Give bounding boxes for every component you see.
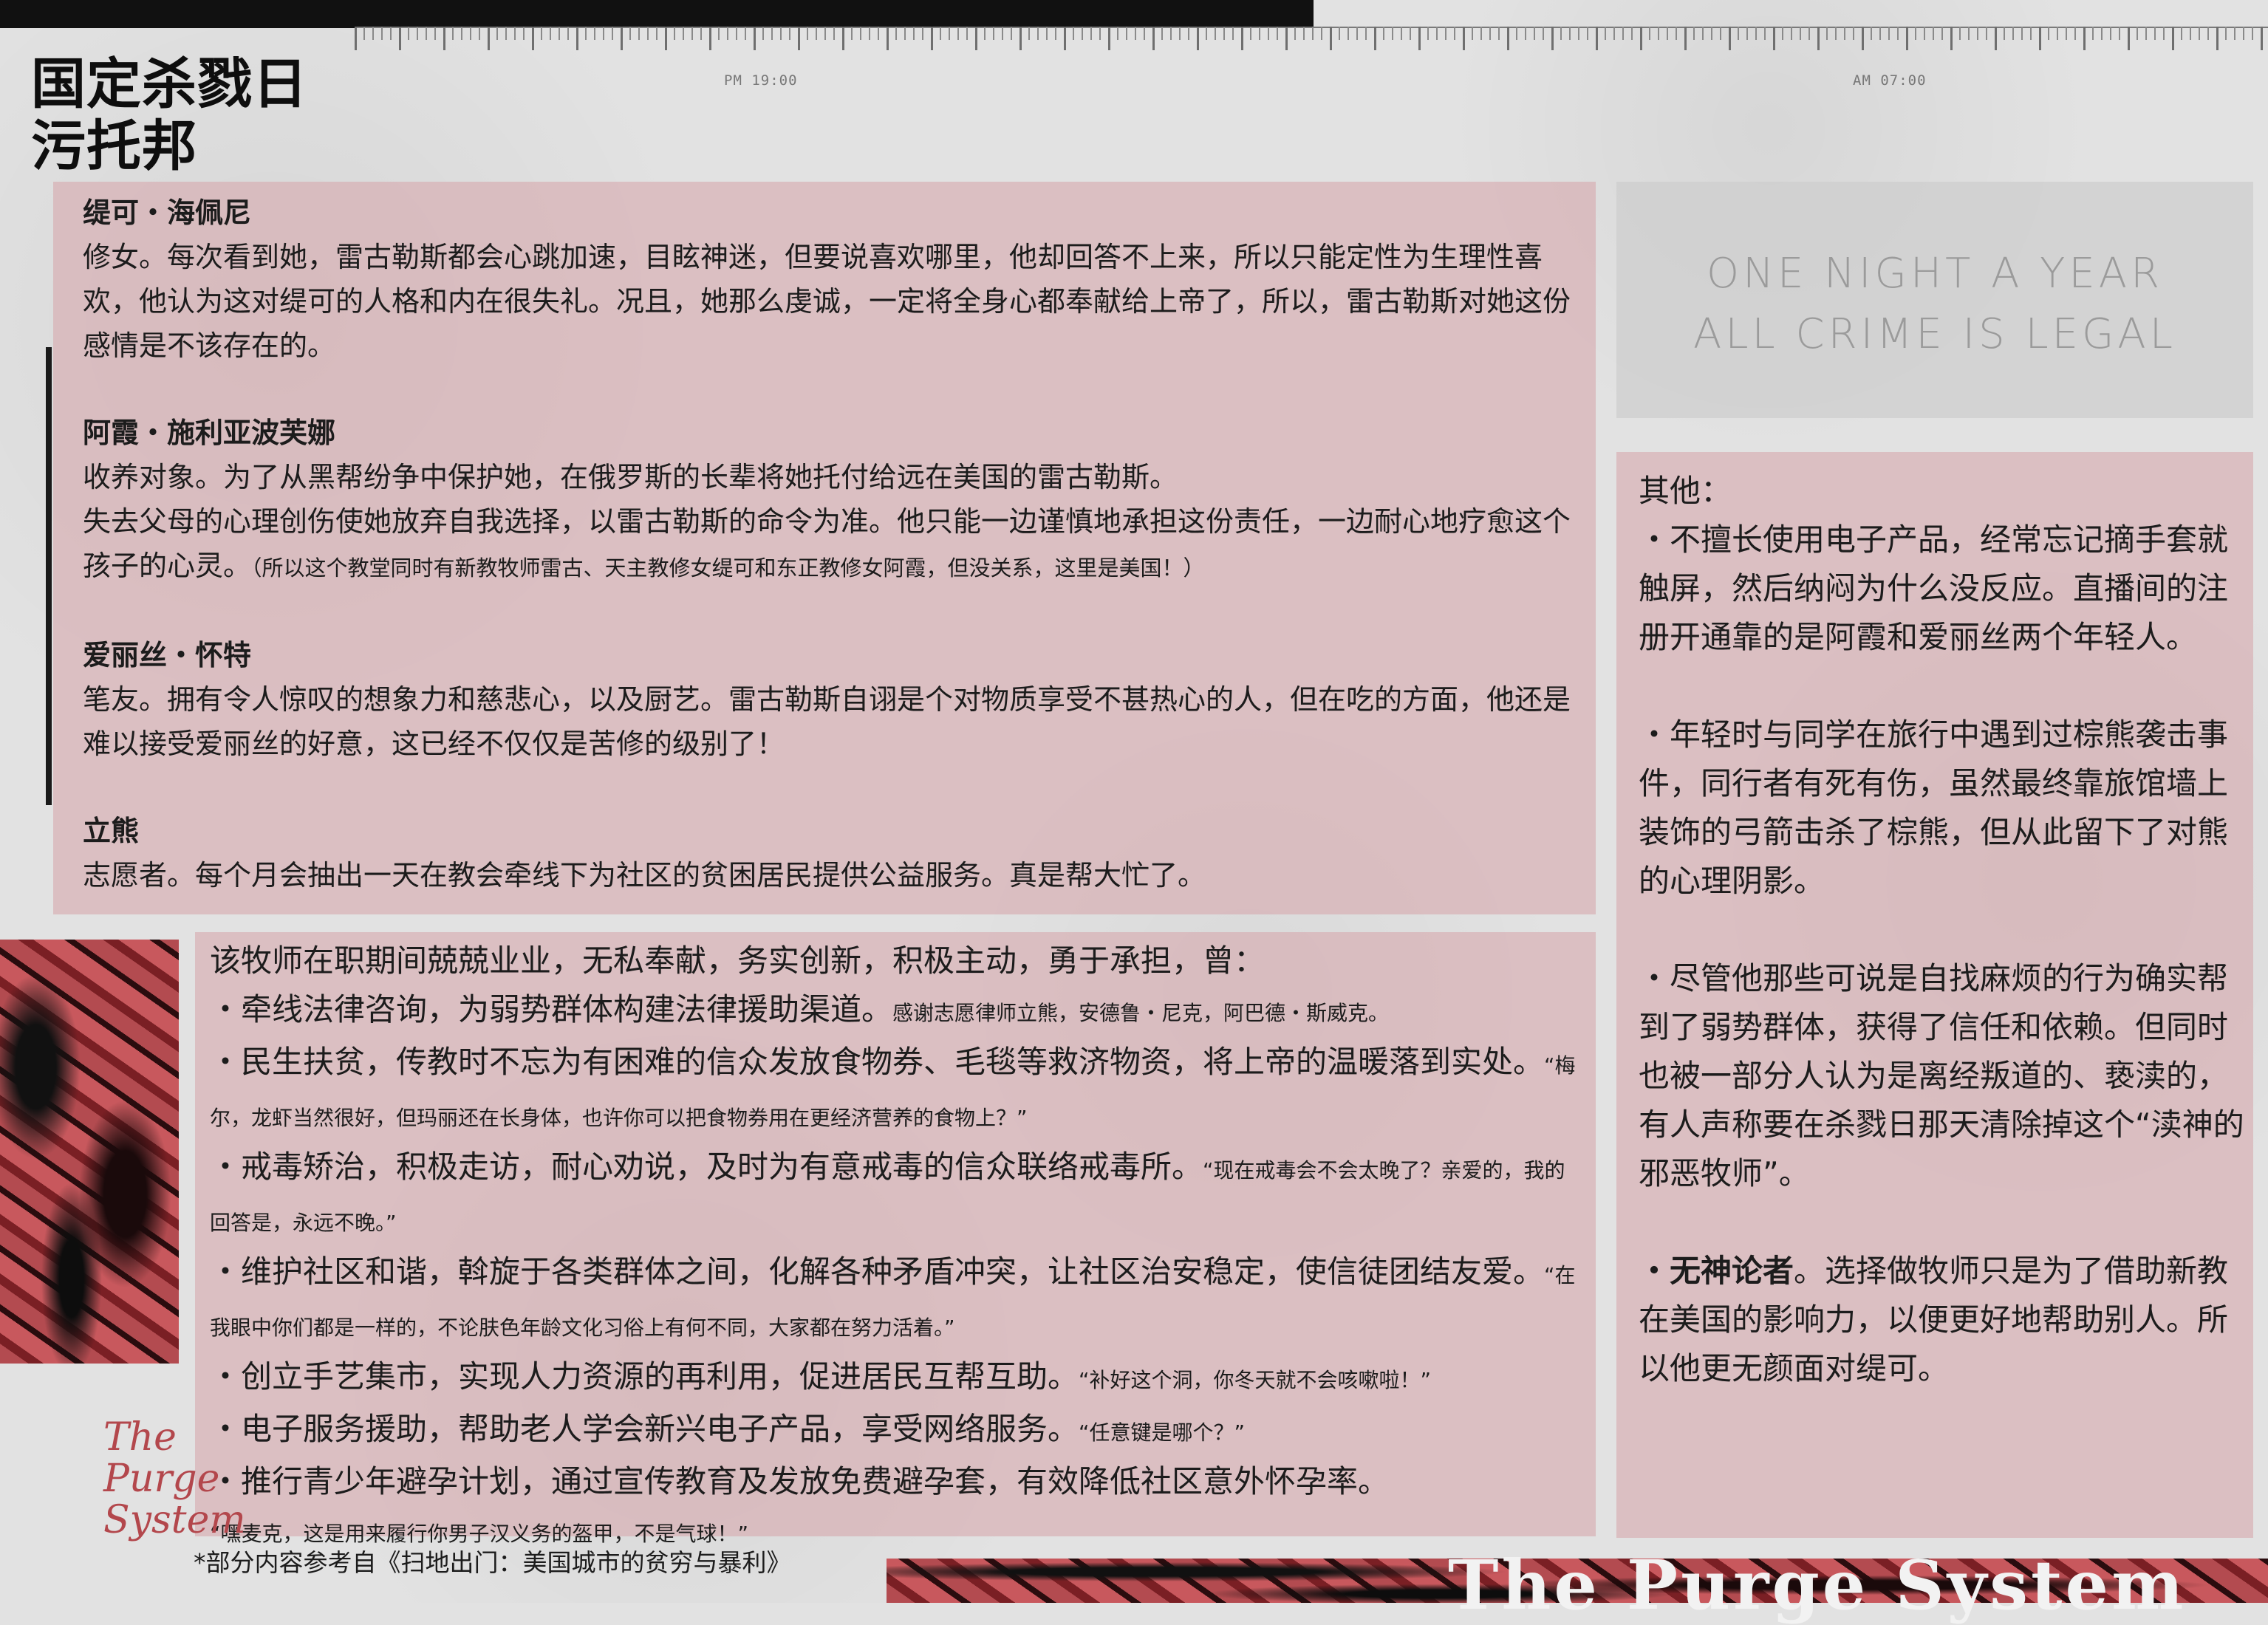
deed-quote: “任意键是哪个？” [1079, 1420, 1246, 1445]
timeline-ruler-major-ticks [355, 27, 2268, 50]
deed-item: ・戒毒矫治，积极走访，耐心劝说，及时为有意戒毒的信众联络戒毒所。“现在戒毒会不会… [210, 1143, 1584, 1248]
left-accent-line [46, 347, 52, 805]
character-note: （所以这个教堂同时有新教牧师雷古、天主教修女缇可和东正教修女阿霞，但没关系，这里… [251, 555, 1205, 581]
deeds-list: 该牧师在职期间兢兢业业，无私奉献，务实创新，积极主动，勇于承担，曾： ・牵线法律… [210, 937, 1584, 1559]
deed-text: ・电子服务援助，帮助老人学会新兴电子产品，享受网络服务。 [210, 1411, 1079, 1447]
signature-logo: The Purge System [103, 1415, 246, 1542]
deed-item: ・维护社区和谐，斡旋于各类群体之间，化解各种矛盾冲突，让社区治安稳定，使信徒团结… [210, 1248, 1584, 1352]
deed-text: ・牵线法律咨询，为弱势群体构建法律援助渠道。 [210, 991, 893, 1027]
deed-item: ・牵线法律咨询，为弱势群体构建法律援助渠道。感谢志愿律师立熊，安德鲁・尼克，阿巴… [210, 985, 1584, 1038]
character-entry: 缇可・海佩尼 修女。每次看到她，雷古勒斯都会心跳加速，目眩神迷，但要说喜欢哪里，… [83, 191, 1582, 368]
character-name: 爱丽丝・怀特 [83, 639, 252, 671]
deed-text: ・推行青少年避孕计划，通过宣传教育及发放免费避孕套，有效降低社区意外怀孕率。 [210, 1463, 1390, 1499]
other-heading: 其他： [1639, 473, 1732, 509]
footnote: *部分内容参考自《扫地出门：美国城市的贫穷与暴利》 [194, 1548, 791, 1577]
deed-text: ・民生扶贫，传教时不忘为有困难的信众发放食物券、毛毯等救济物资，将上帝的温暖落到… [210, 1044, 1545, 1080]
title-line-2: 污托邦 [31, 114, 197, 178]
other-paragraph: ・尽管他那些可说是自找麻烦的行为确实帮到了弱势群体，获得了信任和依赖。但同时也被… [1639, 960, 2244, 1191]
character-name: 阿霞・施利亚波芙娜 [83, 417, 336, 449]
deed-item: ・创立手艺集市，实现人力资源的再利用，促进居民互帮互助。“补好这个洞，你冬天就不… [210, 1352, 1584, 1405]
deed-item: ・电子服务援助，帮助老人学会新兴电子产品，享受网络服务。“任意键是哪个？” [210, 1405, 1584, 1457]
deed-text: ・戒毒矫治，积极走访，耐心劝说，及时为有意戒毒的信众联络戒毒所。 [210, 1149, 1203, 1185]
other-paragraph: ・无神论者。选择做牧师只是为了借助新教在美国的影响力，以便更好地帮助别人。所以他… [1639, 1247, 2244, 1393]
deed-quote: “补好这个洞，你冬天就不会咳嗽啦！” [1079, 1368, 1432, 1392]
character-description: 志愿者。每个月会抽出一天在教会牵线下为社区的贫困居民提供公益服务。真是帮大忙了。 [83, 859, 1206, 892]
character-entry: 立熊 志愿者。每个月会抽出一天在教会牵线下为社区的贫困居民提供公益服务。真是帮大… [83, 809, 1582, 897]
slogan: ONE NIGHT A YEAR ALL CRIME IS LEGAL [1616, 244, 2253, 365]
page-title: 国定杀戮日 污托邦 [31, 53, 308, 177]
other-section: 其他： ・不擅长使用电子产品，经常忘记摘手套就触屏，然后纳闷为什么没反应。直播间… [1639, 467, 2244, 1442]
character-entry: 爱丽丝・怀特 笔友。拥有令人惊叹的想象力和慈悲心，以及厨艺。雷古勒斯自诩是个对物… [83, 633, 1582, 766]
other-bold-label: ・无神论者 [1639, 1253, 1794, 1289]
deed-item: ・推行青少年避孕计划，通过宣传教育及发放免费避孕套，有效降低社区意外怀孕率。 [210, 1457, 1584, 1506]
timeline-start-label: PM 19:00 [724, 72, 798, 89]
deed-quote: 感谢志愿律师立熊，安德鲁・尼克，阿巴德・斯威克。 [892, 1001, 1390, 1025]
character-name: 缇可・海佩尼 [83, 196, 252, 229]
marble-texture-left [0, 940, 179, 1364]
top-black-bar [0, 0, 1314, 28]
character-description: 修女。每次看到她，雷古勒斯都会心跳加速，目眩神迷，但要说喜欢哪里，他却回答不上来… [83, 241, 1571, 362]
character-description: 笔友。拥有令人惊叹的想象力和慈悲心，以及厨艺。雷古勒斯自诩是个对物质享受不甚热心… [83, 683, 1571, 760]
title-line-1: 国定杀戮日 [31, 52, 308, 116]
character-entry: 阿霞・施利亚波芙娜 收养对象。为了从黑帮纷争中保护她，在俄罗斯的长辈将她托付给远… [83, 411, 1582, 590]
slogan-line-2: ALL CRIME IS LEGAL [1693, 310, 2176, 358]
deed-text: ・创立手艺集市，实现人力资源的再利用，促进居民互帮互助。 [210, 1358, 1079, 1395]
timeline-end-label: AM 07:00 [1853, 72, 1927, 89]
other-paragraph: ・不擅长使用电子产品，经常忘记摘手套就触屏，然后纳闷为什么没反应。直播间的注册开… [1639, 521, 2229, 655]
deed-quote: “嘿麦克，这是用来履行你男子汉义务的盔甲，不是气球！” [210, 1522, 749, 1546]
characters-list: 缇可・海佩尼 修女。每次看到她，雷古勒斯都会心跳加速，目眩神迷，但要说喜欢哪里，… [83, 191, 1582, 940]
character-description: 收养对象。为了从黑帮纷争中保护她，在俄罗斯的长辈将她托付给远在美国的雷古勒斯。 … [83, 455, 1582, 590]
deed-item: ・民生扶贫，传教时不忘为有困难的信众发放食物券、毛毯等救济物资，将上帝的温暖落到… [210, 1038, 1584, 1143]
slogan-line-1: ONE NIGHT A YEAR [1707, 250, 2163, 298]
character-name: 立熊 [83, 815, 140, 847]
other-paragraph: ・年轻时与同学在旅行中遇到过棕熊袭击事件，同行者有死有伤，虽然最终靠旅馆墙上装饰… [1639, 716, 2229, 899]
deeds-lead: 该牧师在职期间兢兢业业，无私奉献，务实创新，积极主动，勇于承担，曾： [210, 942, 1265, 979]
deed-text: ・维护社区和谐，斡旋于各类群体之间，化解各种矛盾冲突，让社区治安稳定，使信徒团结… [210, 1253, 1545, 1290]
